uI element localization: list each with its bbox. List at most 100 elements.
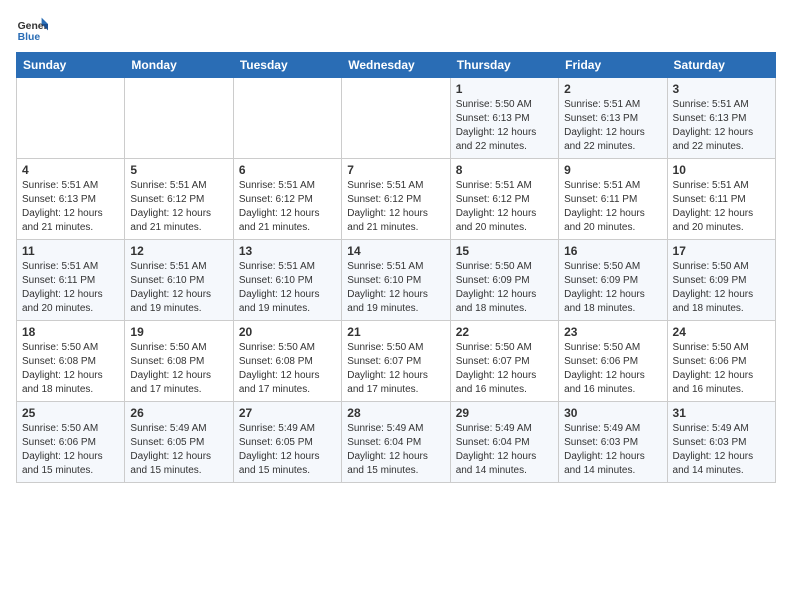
day-number: 22: [456, 325, 553, 339]
calendar-week-row: 11 Sunrise: 5:51 AM Sunset: 6:11 PM Dayli…: [17, 240, 776, 321]
day-detail: Sunrise: 5:50 AM Sunset: 6:09 PM Dayligh…: [456, 260, 553, 316]
day-number: 20: [239, 325, 336, 339]
calendar-day-cell: 12 Sunrise: 5:51 AM Sunset: 6:10 PM Dayli…: [125, 240, 233, 321]
calendar-day-cell: 15Sunrise: 5:50 AM Sunset: 6:09 PM Dayli…: [450, 240, 558, 321]
calendar-day-cell: 6 Sunrise: 5:51 AM Sunset: 6:12 PM Daylig…: [233, 159, 341, 240]
day-detail: Sunrise: 5:49 AM Sunset: 6:04 PM Dayligh…: [456, 422, 553, 478]
day-number: 2: [564, 82, 661, 96]
day-number: 30: [564, 406, 661, 420]
calendar-day-cell: 20 Sunrise: 5:50 AM Sunset: 6:08 PM Dayli…: [233, 321, 341, 402]
day-number: 23: [564, 325, 661, 339]
day-detail: Sunrise: 5:50 AM Sunset: 6:06 PM Dayligh…: [564, 341, 661, 397]
calendar-day-header: Friday: [559, 53, 667, 78]
day-detail: Sunrise: 5:51 AM Sunset: 6:11 PM Dayligh…: [564, 179, 661, 235]
calendar-day-cell: 4 Sunrise: 5:51 AM Sunset: 6:13 PM Daylig…: [17, 159, 125, 240]
day-detail: Sunrise: 5:50 AM Sunset: 6:06 PM Dayligh…: [22, 422, 119, 478]
day-detail: Sunrise: 5:51 AM Sunset: 6:10 PM Dayligh…: [130, 260, 227, 316]
day-detail: Sunrise: 5:50 AM Sunset: 6:08 PM Dayligh…: [130, 341, 227, 397]
page-header: General Blue: [16, 16, 776, 44]
day-detail: Sunrise: 5:51 AM Sunset: 6:12 PM Dayligh…: [347, 179, 444, 235]
day-number: 14: [347, 244, 444, 258]
day-number: 5: [130, 163, 227, 177]
calendar-week-row: 1Sunrise: 5:50 AM Sunset: 6:13 PM Daylig…: [17, 78, 776, 159]
calendar-day-cell: 7 Sunrise: 5:51 AM Sunset: 6:12 PM Daylig…: [342, 159, 450, 240]
day-number: 26: [130, 406, 227, 420]
day-number: 4: [22, 163, 119, 177]
logo-icon: General Blue: [16, 16, 48, 44]
day-number: 12: [130, 244, 227, 258]
calendar-day-cell: 25 Sunrise: 5:50 AM Sunset: 6:06 PM Dayli…: [17, 402, 125, 483]
calendar-day-header: Sunday: [17, 53, 125, 78]
day-number: 19: [130, 325, 227, 339]
calendar-day-cell: 10 Sunrise: 5:51 AM Sunset: 6:11 PM Dayli…: [667, 159, 775, 240]
calendar-day-cell: [342, 78, 450, 159]
day-detail: Sunrise: 5:49 AM Sunset: 6:03 PM Dayligh…: [564, 422, 661, 478]
day-detail: Sunrise: 5:50 AM Sunset: 6:06 PM Dayligh…: [673, 341, 770, 397]
calendar-week-row: 25 Sunrise: 5:50 AM Sunset: 6:06 PM Dayli…: [17, 402, 776, 483]
calendar-table: SundayMondayTuesdayWednesdayThursdayFrid…: [16, 52, 776, 483]
day-detail: Sunrise: 5:50 AM Sunset: 6:07 PM Dayligh…: [456, 341, 553, 397]
logo: General Blue: [16, 16, 48, 44]
calendar-day-header: Tuesday: [233, 53, 341, 78]
calendar-day-cell: 16 Sunrise: 5:50 AM Sunset: 6:09 PM Dayli…: [559, 240, 667, 321]
calendar-body: 1Sunrise: 5:50 AM Sunset: 6:13 PM Daylig…: [17, 78, 776, 483]
calendar-day-cell: 29 Sunrise: 5:49 AM Sunset: 6:04 PM Dayli…: [450, 402, 558, 483]
svg-text:Blue: Blue: [18, 32, 41, 43]
calendar-day-cell: [233, 78, 341, 159]
calendar-week-row: 4 Sunrise: 5:51 AM Sunset: 6:13 PM Daylig…: [17, 159, 776, 240]
calendar-day-cell: 31Sunrise: 5:49 AM Sunset: 6:03 PM Dayli…: [667, 402, 775, 483]
calendar-day-cell: 8Sunrise: 5:51 AM Sunset: 6:12 PM Daylig…: [450, 159, 558, 240]
day-detail: Sunrise: 5:50 AM Sunset: 6:08 PM Dayligh…: [22, 341, 119, 397]
day-detail: Sunrise: 5:49 AM Sunset: 6:05 PM Dayligh…: [239, 422, 336, 478]
day-number: 25: [22, 406, 119, 420]
calendar-day-cell: 5Sunrise: 5:51 AM Sunset: 6:12 PM Daylig…: [125, 159, 233, 240]
calendar-day-cell: 23 Sunrise: 5:50 AM Sunset: 6:06 PM Dayli…: [559, 321, 667, 402]
day-number: 29: [456, 406, 553, 420]
day-detail: Sunrise: 5:51 AM Sunset: 6:12 PM Dayligh…: [239, 179, 336, 235]
calendar-day-cell: 9 Sunrise: 5:51 AM Sunset: 6:11 PM Daylig…: [559, 159, 667, 240]
day-detail: Sunrise: 5:51 AM Sunset: 6:10 PM Dayligh…: [347, 260, 444, 316]
calendar-week-row: 18 Sunrise: 5:50 AM Sunset: 6:08 PM Dayli…: [17, 321, 776, 402]
calendar-day-cell: 13Sunrise: 5:51 AM Sunset: 6:10 PM Dayli…: [233, 240, 341, 321]
day-detail: Sunrise: 5:51 AM Sunset: 6:11 PM Dayligh…: [673, 179, 770, 235]
day-number: 21: [347, 325, 444, 339]
calendar-day-header: Monday: [125, 53, 233, 78]
calendar-day-header: Saturday: [667, 53, 775, 78]
day-number: 3: [673, 82, 770, 96]
day-detail: Sunrise: 5:51 AM Sunset: 6:13 PM Dayligh…: [22, 179, 119, 235]
day-detail: Sunrise: 5:49 AM Sunset: 6:04 PM Dayligh…: [347, 422, 444, 478]
day-number: 17: [673, 244, 770, 258]
calendar-day-cell: 19 Sunrise: 5:50 AM Sunset: 6:08 PM Dayli…: [125, 321, 233, 402]
day-number: 18: [22, 325, 119, 339]
day-number: 7: [347, 163, 444, 177]
day-number: 24: [673, 325, 770, 339]
calendar-day-cell: 26 Sunrise: 5:49 AM Sunset: 6:05 PM Dayli…: [125, 402, 233, 483]
day-number: 11: [22, 244, 119, 258]
day-detail: Sunrise: 5:50 AM Sunset: 6:09 PM Dayligh…: [564, 260, 661, 316]
calendar-day-cell: 2Sunrise: 5:51 AM Sunset: 6:13 PM Daylig…: [559, 78, 667, 159]
calendar-day-cell: [17, 78, 125, 159]
day-number: 6: [239, 163, 336, 177]
day-number: 10: [673, 163, 770, 177]
calendar-day-cell: 14 Sunrise: 5:51 AM Sunset: 6:10 PM Dayli…: [342, 240, 450, 321]
day-number: 13: [239, 244, 336, 258]
day-number: 31: [673, 406, 770, 420]
day-number: 16: [564, 244, 661, 258]
day-detail: Sunrise: 5:49 AM Sunset: 6:05 PM Dayligh…: [130, 422, 227, 478]
day-detail: Sunrise: 5:50 AM Sunset: 6:13 PM Dayligh…: [456, 98, 553, 154]
calendar-day-cell: 17Sunrise: 5:50 AM Sunset: 6:09 PM Dayli…: [667, 240, 775, 321]
day-detail: Sunrise: 5:50 AM Sunset: 6:08 PM Dayligh…: [239, 341, 336, 397]
calendar-day-cell: 21 Sunrise: 5:50 AM Sunset: 6:07 PM Dayli…: [342, 321, 450, 402]
day-number: 28: [347, 406, 444, 420]
day-detail: Sunrise: 5:51 AM Sunset: 6:13 PM Dayligh…: [673, 98, 770, 154]
day-number: 8: [456, 163, 553, 177]
day-number: 9: [564, 163, 661, 177]
calendar-day-cell: 27Sunrise: 5:49 AM Sunset: 6:05 PM Dayli…: [233, 402, 341, 483]
calendar-day-cell: [125, 78, 233, 159]
calendar-day-cell: 28 Sunrise: 5:49 AM Sunset: 6:04 PM Dayli…: [342, 402, 450, 483]
calendar-day-cell: 3 Sunrise: 5:51 AM Sunset: 6:13 PM Daylig…: [667, 78, 775, 159]
calendar-day-header: Thursday: [450, 53, 558, 78]
calendar-day-cell: 30 Sunrise: 5:49 AM Sunset: 6:03 PM Dayli…: [559, 402, 667, 483]
day-detail: Sunrise: 5:50 AM Sunset: 6:07 PM Dayligh…: [347, 341, 444, 397]
day-detail: Sunrise: 5:51 AM Sunset: 6:11 PM Dayligh…: [22, 260, 119, 316]
